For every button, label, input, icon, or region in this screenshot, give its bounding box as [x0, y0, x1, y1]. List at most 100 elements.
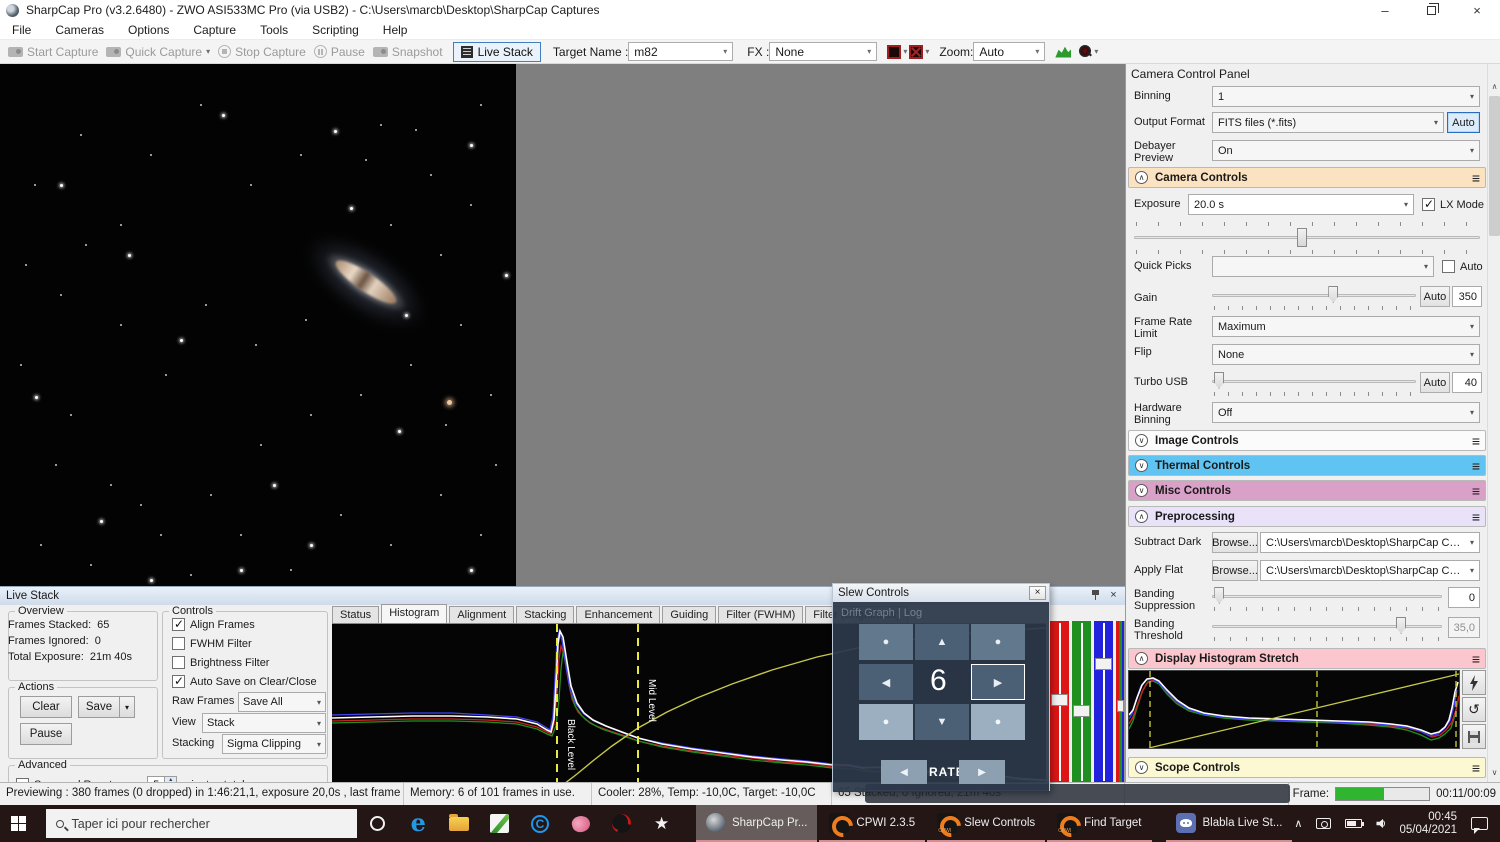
- close-icon[interactable]: ×: [1454, 0, 1500, 20]
- menu-scripting[interactable]: Scripting: [300, 23, 371, 37]
- dock-close-icon[interactable]: ×: [1106, 589, 1121, 603]
- turbo-usb-slider[interactable]: [1212, 372, 1416, 390]
- collapse-icon[interactable]: ∧: [1135, 652, 1148, 665]
- red-channel-slider[interactable]: [1050, 621, 1069, 782]
- magnifier-button[interactable]: ▾: [1079, 45, 1098, 58]
- editor-button[interactable]: [479, 805, 520, 842]
- exposure-slider[interactable]: [1134, 228, 1480, 248]
- expand-icon[interactable]: ∨: [1135, 459, 1148, 472]
- slew-window-title[interactable]: Slew Controls: [833, 584, 1049, 602]
- slew-sw-button[interactable]: ●: [859, 704, 913, 740]
- section-menu-icon[interactable]: ≡: [1472, 170, 1479, 186]
- menu-cameras[interactable]: Cameras: [43, 23, 116, 37]
- zoom-combo[interactable]: Auto▾: [973, 42, 1045, 61]
- tray-chevron-icon[interactable]: ∧: [1294, 817, 1302, 830]
- pause-button[interactable]: Pause: [314, 45, 365, 59]
- start-button[interactable]: [0, 805, 46, 842]
- edge-button[interactable]: [398, 805, 439, 842]
- collapse-icon[interactable]: ∧: [1135, 171, 1148, 184]
- tab-filter-fwhm[interactable]: Filter (FWHM): [718, 606, 803, 623]
- gain-auto-button[interactable]: Auto: [1420, 286, 1450, 307]
- flip-select[interactable]: None: [1212, 344, 1480, 365]
- dock-pin-icon[interactable]: [1088, 589, 1103, 603]
- taskbar-app-discord[interactable]: Blabla Live St...: [1166, 805, 1293, 842]
- restore-icon[interactable]: [1408, 0, 1454, 20]
- save-dropdown-button[interactable]: ▾: [119, 696, 135, 718]
- slew-down-button[interactable]: ▼: [915, 704, 969, 740]
- brightness-filter-checkbox[interactable]: Brightness Filter: [172, 656, 269, 669]
- raw-frames-select[interactable]: Save All: [238, 692, 326, 712]
- display-histogram-canvas[interactable]: [1128, 670, 1460, 749]
- scroll-up-icon[interactable]: ∧: [1488, 80, 1500, 94]
- hardware-binning-select[interactable]: Off: [1212, 402, 1480, 423]
- menu-capture[interactable]: Capture: [181, 23, 248, 37]
- output-format-auto-button[interactable]: Auto: [1447, 112, 1480, 133]
- display-mode-button[interactable]: ▾: [887, 45, 907, 59]
- thermal-controls-section-header[interactable]: ∨ Thermal Controls ≡: [1128, 455, 1486, 476]
- view-select[interactable]: Stack: [202, 713, 326, 733]
- pink-app-button[interactable]: [560, 805, 601, 842]
- tab-stacking[interactable]: Stacking: [516, 606, 574, 623]
- green-channel-slider[interactable]: [1072, 621, 1091, 782]
- slew-up-button[interactable]: ▲: [915, 624, 969, 660]
- slew-ne-button[interactable]: ●: [971, 624, 1025, 660]
- preprocessing-section-header[interactable]: ∧ Preprocessing ≡: [1128, 506, 1486, 527]
- align-frames-checkbox[interactable]: Align Frames: [172, 618, 255, 631]
- expand-icon[interactable]: ∨: [1135, 434, 1148, 447]
- taskbar-app-find-target[interactable]: Find Target: [1047, 805, 1151, 842]
- taskbar-clock[interactable]: 00:45 05/04/2021: [1399, 811, 1457, 837]
- section-menu-icon[interactable]: ≡: [1472, 458, 1479, 474]
- start-capture-button[interactable]: Start Capture: [8, 45, 98, 59]
- notification-icon[interactable]: [1471, 817, 1488, 830]
- rate-up-button[interactable]: ▶: [959, 760, 1005, 784]
- quick-capture-button[interactable]: Quick Capture▾: [106, 45, 210, 59]
- slew-left-button[interactable]: ◀: [859, 664, 913, 700]
- star-app-button[interactable]: [641, 805, 682, 842]
- stop-capture-button[interactable]: Stop Capture: [218, 45, 306, 59]
- apply-flat-browse-button[interactable]: Browse...: [1212, 560, 1258, 581]
- tab-alignment[interactable]: Alignment: [449, 606, 514, 623]
- pause-stack-button[interactable]: Pause: [20, 723, 72, 745]
- subtract-dark-browse-button[interactable]: Browse...: [1212, 532, 1258, 553]
- slew-se-button[interactable]: ●: [971, 704, 1025, 740]
- slew-close-icon[interactable]: ×: [1029, 586, 1046, 600]
- taskbar-app-cpwi[interactable]: CPWI 2.3.5: [819, 805, 925, 842]
- section-menu-icon[interactable]: ≡: [1472, 760, 1479, 776]
- auto-stretch-button[interactable]: [1462, 670, 1486, 695]
- tab-enhancement[interactable]: Enhancement: [576, 606, 660, 623]
- clear-button[interactable]: Clear: [20, 696, 72, 718]
- volume-icon[interactable]: [1376, 819, 1385, 829]
- camera-controls-section-header[interactable]: ∧ Camera Controls ≡: [1128, 167, 1486, 188]
- fwhm-filter-checkbox[interactable]: FWHM Filter: [172, 637, 252, 650]
- reset-stretch-button[interactable]: ↺: [1462, 697, 1486, 722]
- menu-options[interactable]: Options: [116, 23, 181, 37]
- scrollbar-thumb[interactable]: [1489, 96, 1500, 236]
- debayer-preview-select[interactable]: On: [1212, 140, 1480, 161]
- save-stretch-button[interactable]: [1462, 724, 1486, 749]
- selection-mode-button[interactable]: ▾: [909, 45, 929, 59]
- live-image-view[interactable]: [0, 64, 516, 586]
- turbo-usb-value[interactable]: 40: [1452, 372, 1482, 393]
- quick-picks-auto-checkbox[interactable]: Auto: [1442, 260, 1483, 273]
- tab-histogram[interactable]: Histogram: [381, 604, 447, 623]
- section-menu-icon[interactable]: ≡: [1472, 483, 1479, 499]
- exposure-input[interactable]: 20.0 s: [1188, 194, 1414, 215]
- image-controls-section-header[interactable]: ∨ Image Controls ≡: [1128, 430, 1486, 451]
- slew-right-button[interactable]: ▶: [971, 664, 1025, 700]
- stacking-select[interactable]: Sigma Clipping: [222, 734, 326, 754]
- binning-select[interactable]: 1: [1212, 86, 1480, 107]
- panel-scrollbar[interactable]: ∧ ∨: [1487, 64, 1500, 782]
- scope-controls-section-header[interactable]: ∨ Scope Controls ≡: [1128, 757, 1486, 778]
- rate-down-button[interactable]: ◀: [881, 760, 927, 784]
- subtract-dark-path-select[interactable]: C:\Users\marcb\Desktop\SharpCap Captu...: [1260, 532, 1480, 553]
- scroll-down-icon[interactable]: ∨: [1488, 766, 1500, 780]
- auto-save-checkbox[interactable]: Auto Save on Clear/Close: [172, 675, 317, 688]
- banding-suppression-value[interactable]: 0: [1448, 587, 1480, 608]
- histogram-button[interactable]: [1055, 46, 1071, 58]
- slew-controls-window[interactable]: Slew Controls × Drift Graph | Log ● ▲ ● …: [832, 583, 1050, 791]
- tab-status[interactable]: Status: [332, 606, 379, 623]
- menu-help[interactable]: Help: [371, 23, 420, 37]
- apply-flat-path-select[interactable]: C:\Users\marcb\Desktop\SharpCap Captu...: [1260, 560, 1480, 581]
- section-menu-icon[interactable]: ≡: [1472, 433, 1479, 449]
- target-name-combo[interactable]: m82▾: [628, 42, 733, 61]
